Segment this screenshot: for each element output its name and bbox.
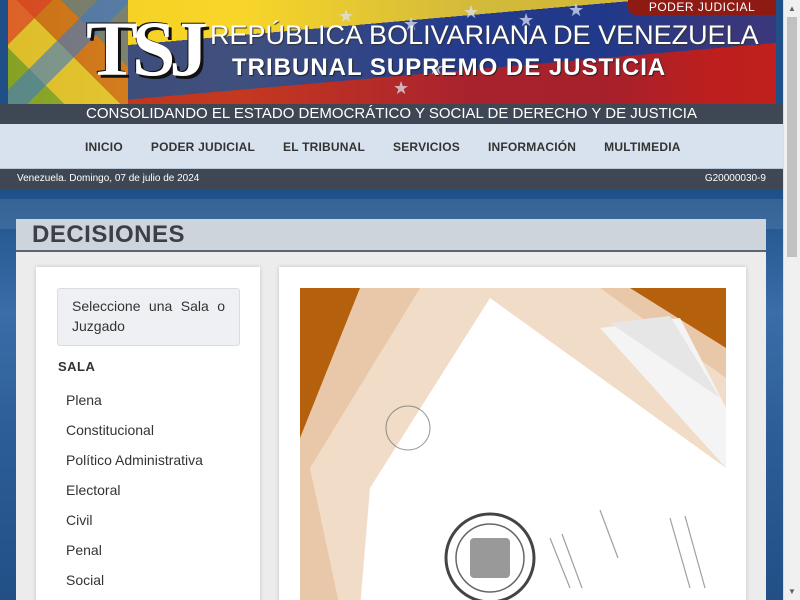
sala-link-constitucional[interactable]: Constitucional [66,417,203,447]
nav-item-informacion[interactable]: INFORMACIÓN [488,140,576,154]
page: ★ ★ ★ ★ ★ ★ ★ TSJ REPÚBLICA BOLIVARIANA … [0,0,783,600]
sala-link-plena[interactable]: Plena [66,387,203,417]
documents-photo [300,288,726,600]
sala-link-electoral[interactable]: Electoral [66,477,203,507]
rif-code: G20000030-9 [704,173,766,184]
nav-item-el-tribunal[interactable]: EL TRIBUNAL [283,140,365,154]
nav-item-multimedia[interactable]: MULTIMEDIA [604,140,680,154]
flag-background [128,0,776,104]
documents-illustration [300,288,726,600]
nav-item-servicios[interactable]: SERVICIOS [393,140,460,154]
page-scrollbar[interactable]: ▲ ▼ [783,0,800,600]
sala-link-social[interactable]: Social [66,567,203,597]
poder-judicial-badge[interactable]: PODER JUDICIAL [628,0,776,15]
sala-sidebar: Seleccione una Sala o Juzgado SALA Plena… [36,267,260,600]
country-title: REPÚBLICA BOLIVARIANA DE VENEZUELA [210,20,759,50]
date-bar: Venezuela. Domingo, 07 de julio de 2024 … [0,169,783,189]
court-title: TRIBUNAL SUPREMO DE JUSTICIA [232,54,667,81]
nav-item-inicio[interactable]: INICIO [85,140,123,154]
current-date: Venezuela. Domingo, 07 de julio de 2024 [17,173,200,184]
decisions-title: DECISIONES [32,221,186,248]
decisions-title-bar: DECISIONES [16,219,766,252]
sala-link-penal[interactable]: Penal [66,537,203,567]
content-card [279,267,746,600]
decisions-panel: DECISIONES Seleccione una Sala o Juzgado… [16,219,766,600]
main-nav: INICIO PODER JUDICIAL EL TRIBUNAL SERVIC… [0,124,783,169]
tsj-logo[interactable]: TSJ [86,5,208,92]
sala-link-politico-administrativa[interactable]: Político Administrativa [66,447,203,477]
nav-item-poder-judicial[interactable]: PODER JUDICIAL [151,140,255,154]
select-sala-prompt: Seleccione una Sala o Juzgado [57,288,240,346]
sala-list: Plena Constitucional Político Administra… [66,387,203,597]
header-banner: ★ ★ ★ ★ ★ ★ ★ TSJ REPÚBLICA BOLIVARIANA … [8,0,776,104]
scroll-down-arrow-icon[interactable]: ▼ [784,583,800,600]
sala-heading: SALA [58,359,96,374]
sala-link-civil[interactable]: Civil [66,507,203,537]
tsj-logo-text: TSJ [86,5,208,92]
scroll-thumb[interactable] [787,17,797,257]
scroll-up-arrow-icon[interactable]: ▲ [784,0,800,17]
slogan-bar: CONSOLIDANDO EL ESTADO DEMOCRÁTICO Y SOC… [0,104,783,124]
